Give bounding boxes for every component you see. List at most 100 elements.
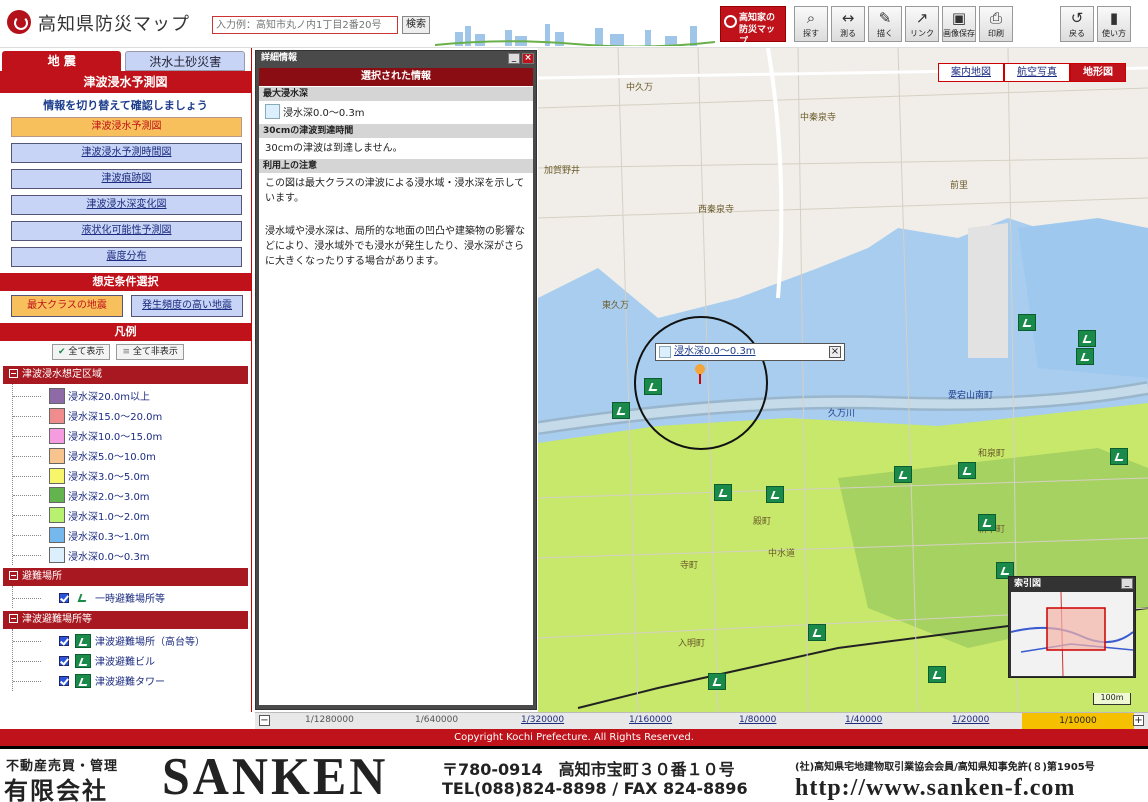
- zoom-level[interactable]: 1/160000: [629, 715, 672, 725]
- detail-panel-header[interactable]: 詳細情報 _ ×: [256, 51, 536, 66]
- evacuation-marker-icon[interactable]: [894, 466, 912, 483]
- advertisement-banner[interactable]: 不動産売買・管理 有限会社 SANKEN 〒780-0914 高知市宝町３０番１…: [0, 746, 1148, 802]
- depth-swatch: [49, 487, 65, 504]
- evacuation-marker-icon[interactable]: [766, 486, 784, 503]
- evacuation-marker-icon[interactable]: [978, 514, 996, 531]
- legend-group-tsunami[interactable]: 津波浸水想定区域: [3, 366, 248, 384]
- draw-button[interactable]: ✎ 描く: [868, 6, 902, 42]
- measure-button[interactable]: ↔ 測る: [831, 6, 865, 42]
- depth-swatch: [49, 387, 65, 404]
- condition-title: 想定条件選択: [0, 273, 251, 291]
- evacuation-marker-icon[interactable]: [714, 484, 732, 501]
- menu-tsunami-trace[interactable]: 津波痕跡図: [11, 169, 242, 189]
- arrival-value: 30cmの津波は到達しません。: [265, 143, 403, 154]
- evacuation-marker-icon[interactable]: [958, 462, 976, 479]
- tab-flood-landslide[interactable]: 洪水土砂災害: [125, 51, 245, 71]
- layer-checkbox[interactable]: [59, 635, 69, 646]
- app-header: 高知県防災マップ 検索 高知家の 防災マップ ⌕探す ↔測る ✎描く ↗リンク …: [0, 0, 1148, 48]
- close-popup-button[interactable]: ×: [829, 346, 841, 358]
- menu-liquefaction[interactable]: 液状化可能性予測図: [11, 221, 242, 241]
- zoom-level[interactable]: 1/320000: [521, 715, 564, 725]
- tab-guide-map[interactable]: 案内地図: [938, 63, 1004, 82]
- legend-group-shelter[interactable]: 避難場所: [3, 568, 248, 587]
- usage-heading: 利用上の注意: [259, 159, 533, 173]
- help-button[interactable]: ▮ 使い方: [1097, 6, 1131, 42]
- back-icon: ↺: [1070, 9, 1084, 27]
- zoom-out-button[interactable]: −: [259, 715, 270, 726]
- usage-note-1: この図は最大クラスの津波による浸水域・浸水深を示しています。: [265, 178, 525, 204]
- banner-company-name: SANKEN: [162, 746, 389, 802]
- index-map-panel[interactable]: 索引図 _: [1008, 576, 1136, 678]
- zoom-in-button[interactable]: +: [1133, 715, 1144, 726]
- help-icon: ▮: [1109, 9, 1119, 27]
- location-pin-icon[interactable]: [693, 364, 707, 384]
- evacuation-marker-icon[interactable]: [1076, 348, 1094, 365]
- legend-item: 浸水深10.0～15.0m: [13, 426, 251, 446]
- zoom-level[interactable]: 1/40000: [845, 715, 882, 725]
- evacuation-marker-icon[interactable]: [612, 402, 630, 419]
- arrival-heading: 30cmの津波到達時間: [259, 124, 533, 138]
- index-map-view[interactable]: [1011, 592, 1133, 676]
- address-search-input[interactable]: [212, 16, 398, 34]
- evacuation-marker-icon[interactable]: [1110, 448, 1128, 465]
- banner-url[interactable]: http://www.sanken-f.com: [795, 775, 1075, 802]
- left-panel: 地 震 洪水土砂災害 津波浸水予測図 情報を切り替えて確認しましょう 津波浸水予…: [0, 48, 252, 712]
- menu-seismic-intensity[interactable]: 震度分布: [11, 247, 242, 267]
- banner-phone: TEL(088)824-8898 / FAX 824-8896: [442, 779, 748, 798]
- zoom-level[interactable]: 1/80000: [739, 715, 776, 725]
- banner-company-type: 有限会社: [4, 777, 108, 802]
- evacuation-marker-icon[interactable]: [1078, 330, 1096, 347]
- layer-checkbox[interactable]: [59, 655, 69, 666]
- index-map-graphic: [1011, 592, 1133, 676]
- map-canvas[interactable]: 案内地図 航空写真 地形図 中久万 中秦泉寺 加賀野井 前里 西秦泉寺 東久万 …: [538, 48, 1148, 712]
- legend-item: 浸水深1.0～2.0m: [13, 505, 251, 525]
- condition-frequent[interactable]: 発生頻度の高い地震: [131, 295, 243, 317]
- tab-earthquake[interactable]: 地 震: [2, 51, 122, 71]
- depth-popup[interactable]: 浸水深0.0～0.3m ×: [655, 343, 845, 361]
- map-type-tabs: 案内地図 航空写真 地形図: [938, 63, 1126, 82]
- hide-all-button[interactable]: ≡ 全て非表示: [116, 344, 184, 360]
- detail-panel[interactable]: 詳細情報 _ × 選択された情報 最大浸水深 浸水深0.0～0.3m 30cmの…: [255, 50, 537, 710]
- depth-swatch: [49, 427, 65, 444]
- legend-item: 浸水深20.0m以上: [13, 386, 251, 406]
- popup-link[interactable]: 浸水深0.0～0.3m: [674, 346, 756, 357]
- draw-icon: ✎: [878, 9, 892, 27]
- legend-group-tsunami-shelter[interactable]: 津波避難場所等: [3, 610, 248, 629]
- close-detail-button[interactable]: ×: [522, 53, 534, 64]
- evacuation-marker-icon[interactable]: [1018, 314, 1036, 331]
- evacuation-marker-icon[interactable]: [708, 673, 726, 690]
- tab-aerial-photo[interactable]: 航空写真: [1004, 63, 1070, 82]
- kochi-bousai-map-button[interactable]: 高知家の 防災マップ: [720, 6, 786, 47]
- depth-swatch: [49, 447, 65, 464]
- minimize-button[interactable]: _: [508, 53, 520, 64]
- show-all-button[interactable]: ✔ 全て表示: [52, 344, 111, 360]
- zoom-level: 1/640000: [415, 715, 459, 725]
- save-image-icon: ▣: [951, 9, 967, 27]
- collapse-icon: [9, 369, 18, 378]
- current-zoom-level: 1/10000: [1022, 713, 1134, 729]
- print-button[interactable]: ⎙ 印刷: [979, 6, 1013, 42]
- condition-max-class[interactable]: 最大クラスの地震: [11, 295, 123, 317]
- tab-topographic[interactable]: 地形図: [1070, 63, 1126, 82]
- evacuation-marker-icon[interactable]: [808, 624, 826, 641]
- layer-checkbox[interactable]: [59, 675, 69, 686]
- site-title[interactable]: 高知県防災マップ: [38, 10, 190, 36]
- back-button[interactable]: ↺ 戻る: [1060, 6, 1094, 42]
- depth-swatch: [49, 507, 65, 524]
- ruler-icon: ↔: [841, 9, 855, 27]
- menu-tsunami-depth-change[interactable]: 津波浸水深変化図: [11, 195, 242, 215]
- scale-bar: 100m: [1093, 693, 1131, 705]
- place-label: 西秦泉寺: [698, 205, 735, 215]
- layer-checkbox[interactable]: [59, 592, 69, 603]
- find-button[interactable]: ⌕ 探す: [794, 6, 828, 42]
- evacuation-high-ground-icon: [75, 633, 91, 648]
- link-button[interactable]: ↗ リンク: [905, 6, 939, 42]
- save-image-button[interactable]: ▣ 画像保存: [942, 6, 976, 42]
- menu-tsunami-inundation[interactable]: 津波浸水予測図: [11, 117, 242, 137]
- search-button[interactable]: 検索: [402, 16, 430, 34]
- depth-swatch: [265, 104, 280, 119]
- minimize-index-button[interactable]: _: [1121, 578, 1133, 589]
- evacuation-marker-icon[interactable]: [928, 666, 946, 683]
- zoom-level[interactable]: 1/20000: [952, 715, 989, 725]
- menu-tsunami-time[interactable]: 津波浸水予測時間図: [11, 143, 242, 163]
